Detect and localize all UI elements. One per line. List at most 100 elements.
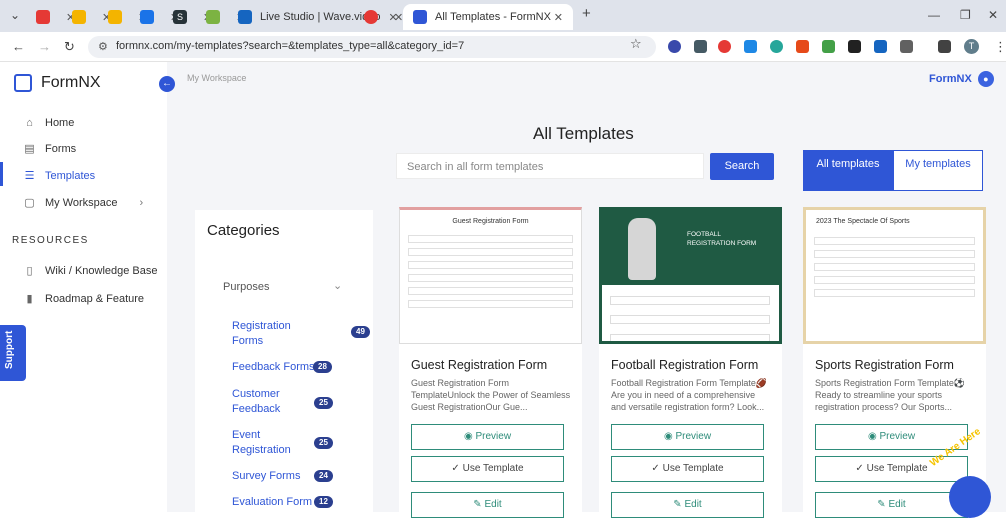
check-circle-icon: ✓ [451, 463, 463, 474]
sidebar-item-wiki[interactable]: ▯ Wiki / Knowledge Base [24, 265, 158, 277]
url-text: formnx.com/my-templates?search=&template… [116, 40, 465, 52]
thumbnail-field [814, 250, 975, 258]
purposes-dropdown[interactable]: Purposes [223, 281, 269, 293]
category-label: Survey Forms [232, 470, 301, 482]
extension-icon[interactable] [668, 40, 681, 53]
thumbnail-fields [610, 296, 770, 341]
sidepanel-icon[interactable] [938, 40, 951, 53]
all-templates-toggle[interactable]: All templates [803, 150, 893, 191]
extension-icon[interactable] [822, 40, 835, 53]
preview-button[interactable]: ◉ Preview [815, 424, 968, 450]
extension-icon[interactable] [848, 40, 861, 53]
close-icon[interactable]: ✕ [554, 11, 563, 24]
edit-button[interactable]: ✎ Edit [411, 492, 564, 518]
button-label: Use Template [866, 463, 928, 474]
category-count-badge: 49 [351, 326, 370, 338]
button-label: Edit [888, 499, 906, 510]
category-item[interactable]: Registration Forms 49 [232, 319, 370, 349]
template-search-input[interactable]: Search in all form templates [396, 153, 704, 179]
support-tab[interactable]: Support [0, 325, 26, 381]
use-template-button[interactable]: ✓ Use Template [611, 456, 764, 482]
favicon-icon [238, 10, 252, 24]
extension-icon[interactable] [744, 40, 757, 53]
use-template-button[interactable]: ✓ Use Template [411, 456, 564, 482]
maximize-icon[interactable]: ❐ [960, 8, 971, 22]
extension-icon[interactable] [694, 40, 707, 53]
menu-icon[interactable]: ⋮ [994, 39, 1006, 55]
site-settings-icon[interactable]: ⚙ [98, 40, 108, 53]
resources-heading: RESOURCES [12, 235, 89, 246]
template-card[interactable]: FOOTBALL REGISTRATION FORM Football Regi… [599, 207, 782, 518]
template-thumbnail[interactable]: Guest Registration Form [399, 207, 582, 344]
sidebar-item-roadmap[interactable]: ▮ Roadmap & Feature [24, 293, 144, 305]
sidebar-item-home[interactable]: ⌂ Home [24, 117, 74, 129]
sidebar-item-templates[interactable]: ☰ Templates [24, 170, 96, 182]
breadcrumb[interactable]: My Workspace [187, 73, 246, 83]
browser-tab[interactable]: ✕ [72, 4, 111, 30]
thumbnail-field [610, 296, 770, 305]
template-thumbnail[interactable]: FOOTBALL REGISTRATION FORM [599, 207, 782, 344]
sidebar-item-label: Templates [45, 170, 96, 182]
category-item[interactable]: Customer Feedback 25 [232, 387, 352, 417]
card-description: Football Registration Form Template🏈 Are… [611, 378, 768, 412]
collapse-sidebar-button[interactable]: ← [159, 76, 175, 92]
preview-button[interactable]: ◉ Preview [411, 424, 564, 450]
close-window-icon[interactable]: ✕ [988, 8, 998, 22]
app-root: FormNX ⌂ Home ▤ Forms ☰ Templates ▢ My W… [0, 62, 1006, 518]
puzzle-icon[interactable] [900, 40, 913, 53]
category-item[interactable]: Evaluation Form 12 [232, 495, 352, 510]
sidebar-item-forms[interactable]: ▤ Forms [24, 143, 76, 155]
sidebar-item-label: Roadmap & Feature [45, 293, 145, 305]
category-count-badge: 12 [314, 496, 333, 508]
logo[interactable]: FormNX [14, 74, 101, 92]
toggle-label: My templates [905, 158, 971, 170]
account-menu[interactable]: FormNX ● [929, 71, 994, 87]
category-item[interactable]: Feedback Forms 28 [232, 360, 352, 375]
sidebar-item-label: Home [45, 117, 75, 129]
edit-button[interactable]: ✎ Edit [611, 492, 764, 518]
reload-icon[interactable]: ↻ [64, 39, 75, 55]
browser-tab-active[interactable]: All Templates - FormNX ✕ [403, 4, 573, 30]
template-thumbnail[interactable]: 2023 The Spectacle Of Sports [803, 207, 986, 344]
favicon-icon [36, 10, 50, 24]
bookmark-star-icon[interactable]: ☆ [630, 36, 642, 52]
close-icon[interactable]: ✕ [394, 11, 403, 24]
template-card[interactable]: 2023 The Spectacle Of Sports Sports Regi… [803, 207, 986, 518]
back-icon[interactable]: ← [12, 39, 25, 54]
sidebar-item-label: Wiki / Knowledge Base [45, 265, 158, 277]
extension-icon[interactable] [796, 40, 809, 53]
forms-icon: ▤ [24, 142, 35, 155]
minimize-icon[interactable]: — [928, 8, 940, 22]
card-title: Guest Registration Form [411, 358, 548, 372]
profile-avatar[interactable]: T [964, 39, 979, 54]
url-field[interactable]: ⚙ formnx.com/my-templates?search=&templa… [88, 36, 656, 58]
sidebar-item-workspace[interactable]: ▢ My Workspace › [24, 197, 143, 209]
tab-list-icon[interactable]: ⌄ [10, 8, 20, 22]
chevron-down-icon[interactable]: ⌄ [333, 279, 342, 292]
search-button[interactable]: Search [710, 153, 774, 180]
my-templates-toggle[interactable]: My templates [893, 150, 983, 191]
extension-icon[interactable] [718, 40, 731, 53]
browser-tab[interactable]: ✕ [36, 4, 75, 30]
check-circle-icon: ✓ [855, 463, 867, 474]
edit-button[interactable]: ✎ Edit [815, 492, 968, 518]
extension-icon[interactable] [770, 40, 783, 53]
template-card[interactable]: Guest Registration Form Guest Registrati… [399, 207, 582, 518]
button-label: Use Template [662, 463, 724, 474]
thumbnail-field [814, 276, 975, 284]
preview-button[interactable]: ◉ Preview [611, 424, 764, 450]
sidebar-item-label: Forms [45, 143, 77, 155]
card-title: Sports Registration Form [815, 358, 954, 372]
tab-label: Live Studio | Wave.video [260, 11, 381, 23]
category-item[interactable]: Event Registration 25 [232, 428, 352, 458]
forward-icon[interactable]: → [38, 39, 51, 54]
new-tab-button[interactable]: + [582, 5, 591, 22]
category-item[interactable]: Survey Forms 24 [232, 469, 352, 484]
browser-tab[interactable]: ✕ [364, 4, 403, 30]
browser-tab-bar: ⌄ ✕ ✕ ✕ ✕ S✕ ✕ Live Studio | Wave.video✕… [0, 0, 1006, 32]
favicon-icon [108, 10, 122, 24]
thumbnail-title: Guest Registration Form [452, 218, 529, 225]
extension-icon[interactable] [874, 40, 887, 53]
favicon-icon: S [173, 10, 187, 24]
page-title: All Templates [533, 124, 634, 143]
